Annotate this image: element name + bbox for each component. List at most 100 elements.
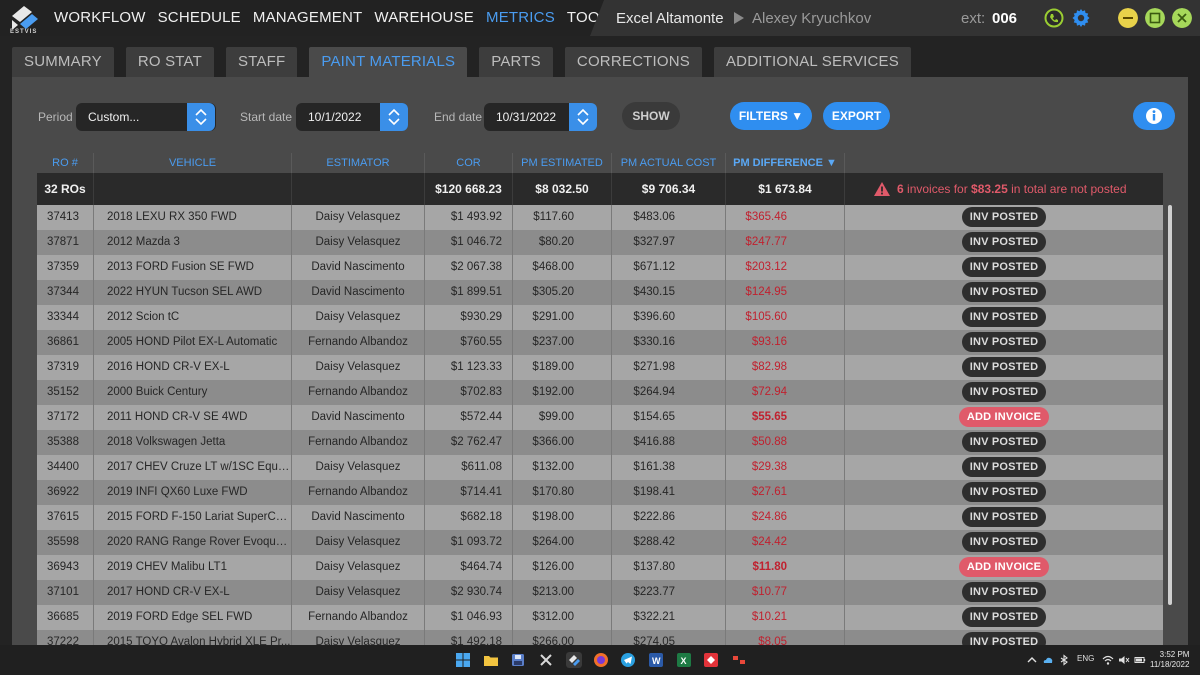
table-row[interactable]: 34400 2017 CHEV Cruze LT w/1SC Equip ... D… [37, 455, 1163, 480]
inv-posted-badge[interactable]: INV POSTED [961, 332, 1047, 352]
cell-pme: $126.00 [513, 555, 612, 580]
cell-diff: $10.77 [726, 580, 845, 605]
cell-vehicle: 2015 FORD F-150 Lariat SuperCre... [94, 505, 292, 530]
phone-status-icon[interactable] [1044, 8, 1064, 28]
table-scrollbar[interactable] [1168, 205, 1172, 605]
table-row[interactable]: 35598 2020 RANG Range Rover Evoque S... Da… [37, 530, 1163, 555]
cell-status: INV POSTED [845, 630, 1163, 645]
inv-posted-badge[interactable]: INV POSTED [961, 232, 1047, 252]
table-row[interactable]: 37413 2018 LEXU RX 350 FWD Daisy Velasquez… [37, 205, 1163, 230]
nav-management[interactable]: MANAGEMENT [253, 9, 363, 26]
column-header-pm-estimated[interactable]: PM ESTIMATED [513, 153, 612, 173]
table-row[interactable]: 36861 2005 HOND Pilot EX-L Automatic Ferna… [37, 330, 1163, 355]
export-button[interactable]: EXPORT [823, 102, 890, 130]
add-invoice-button[interactable]: ADD INVOICE [958, 407, 1050, 427]
user-name[interactable]: Alexey Kryuchkov [752, 10, 871, 27]
cell-estimator: Daisy Velasquez [292, 305, 425, 330]
anydesk-icon[interactable] [703, 652, 719, 668]
inv-posted-badge[interactable]: INV POSTED [961, 207, 1047, 227]
inv-posted-badge[interactable]: INV POSTED [961, 582, 1047, 602]
inv-posted-badge[interactable]: INV POSTED [961, 357, 1047, 377]
estvis-taskbar-icon[interactable] [566, 652, 582, 668]
nav-warehouse[interactable]: WAREHOUSE [374, 9, 474, 26]
nav-metrics[interactable]: METRICS [486, 9, 555, 26]
column-header-cor[interactable]: COR [425, 153, 513, 173]
file-explorer-icon[interactable] [483, 652, 499, 668]
table-row[interactable]: 35388 2018 Volkswagen Jetta Fernando Alban… [37, 430, 1163, 455]
maximize-button[interactable] [1145, 8, 1165, 28]
taskbar-clock[interactable]: 3:52 PM 11/18/2022 [1150, 650, 1189, 670]
nav-workflow[interactable]: WORKFLOW [54, 9, 146, 26]
shop-name[interactable]: Excel Altamonte [616, 10, 724, 27]
save-app-icon[interactable] [510, 652, 526, 668]
cloud-icon[interactable] [1042, 654, 1054, 666]
tab-staff[interactable]: STAFF [226, 47, 298, 77]
minimize-button[interactable] [1118, 8, 1138, 28]
inv-posted-badge[interactable]: INV POSTED [961, 507, 1047, 527]
tray-expand-icon[interactable] [1026, 654, 1038, 666]
cell-cor: $1 093.72 [425, 530, 513, 555]
table-row[interactable]: 35152 2000 Buick Century Fernando Albandoz… [37, 380, 1163, 405]
nav-schedule[interactable]: SCHEDULE [158, 9, 241, 26]
tab-additional-services[interactable]: ADDITIONAL SERVICES [713, 47, 911, 77]
tab-summary[interactable]: SUMMARY [12, 47, 114, 77]
inv-posted-badge[interactable]: INV POSTED [961, 457, 1047, 477]
table-row[interactable]: 37222 2015 TOYO Avalon Hybrid XLE Pr... Da… [37, 630, 1163, 645]
bluetooth-icon[interactable] [1058, 654, 1070, 666]
firefox-icon[interactable] [593, 652, 609, 668]
inv-posted-badge[interactable]: INV POSTED [961, 432, 1047, 452]
table-row[interactable]: 37871 2012 Mazda 3 Daisy Velasquez $1 046.7… [37, 230, 1163, 255]
inv-posted-badge[interactable]: INV POSTED [961, 532, 1047, 552]
tab-parts[interactable]: PARTS [479, 47, 553, 77]
cell-estimator: David Nascimento [292, 280, 425, 305]
close-button[interactable] [1172, 8, 1192, 28]
table-row[interactable]: 36943 2019 CHEV Malibu LT1 Daisy Velasquez… [37, 555, 1163, 580]
table-row[interactable]: 37172 2011 HOND CR-V SE 4WD David Nascimen… [37, 405, 1163, 430]
word-icon[interactable]: W [648, 652, 664, 668]
inv-posted-badge[interactable]: INV POSTED [961, 307, 1047, 327]
cell-ro: 37871 [37, 230, 94, 255]
table-row[interactable]: 37319 2016 HOND CR-V EX-L Daisy Velasquez $… [37, 355, 1163, 380]
add-invoice-button[interactable]: ADD INVOICE [958, 557, 1050, 577]
inv-posted-badge[interactable]: INV POSTED [961, 257, 1047, 277]
inv-posted-badge[interactable]: INV POSTED [961, 282, 1047, 302]
column-header-estimator[interactable]: ESTIMATOR [292, 153, 425, 173]
table-row[interactable]: 37359 2013 FORD Fusion SE FWD David Nascim… [37, 255, 1163, 280]
cell-estimator: Daisy Velasquez [292, 205, 425, 230]
period-spinner[interactable] [187, 103, 215, 131]
column-header-ro[interactable]: RO # [37, 153, 94, 173]
filters-button[interactable]: FILTERS ▼ [730, 102, 812, 130]
cell-cor: $1 492.18 [425, 630, 513, 645]
table-row[interactable]: 37101 2017 HOND CR-V EX-L Daisy Velasquez $… [37, 580, 1163, 605]
gear-icon[interactable] [1071, 8, 1091, 28]
table-row[interactable]: 37615 2015 FORD F-150 Lariat SuperCre... D… [37, 505, 1163, 530]
inv-posted-badge[interactable]: INV POSTED [961, 607, 1047, 627]
table-row[interactable]: 37344 2022 HYUN Tucson SEL AWD David Nasci… [37, 280, 1163, 305]
language-indicator[interactable]: ENG [1077, 654, 1094, 663]
tab-paint-materials[interactable]: PAINT MATERIALS [309, 47, 468, 77]
cell-cor: $2 067.38 [425, 255, 513, 280]
inv-posted-badge[interactable]: INV POSTED [961, 482, 1047, 502]
column-header-pm-actual-cost[interactable]: PM ACTUAL COST [612, 153, 726, 173]
table-row[interactable]: 33344 2012 Scion tC Daisy Velasquez $930.29… [37, 305, 1163, 330]
inv-posted-badge[interactable]: INV POSTED [961, 382, 1047, 402]
tab-corrections[interactable]: CORRECTIONS [564, 47, 702, 77]
column-header-vehicle[interactable]: VEHICLE [94, 153, 292, 173]
column-header-pm-difference[interactable]: PM DIFFERENCE ▼ [726, 153, 845, 173]
tab-ro-stat[interactable]: RO STAT [125, 47, 214, 77]
telegram-icon[interactable] [620, 652, 636, 668]
windows-start-icon[interactable] [455, 652, 471, 668]
show-button[interactable]: SHOW [622, 102, 680, 130]
table-row[interactable]: 36922 2019 INFI QX60 Luxe FWD Fernando Alb… [37, 480, 1163, 505]
info-button[interactable] [1133, 102, 1175, 130]
end-date-spinner[interactable] [569, 103, 597, 131]
wifi-icon[interactable] [1102, 654, 1114, 666]
http-tool-icon[interactable] [731, 652, 747, 668]
volume-icon[interactable] [1118, 654, 1130, 666]
excel-icon[interactable]: X [676, 652, 692, 668]
battery-icon[interactable] [1134, 654, 1146, 666]
table-row[interactable]: 36685 2019 FORD Edge SEL FWD Fernando Alba… [37, 605, 1163, 630]
snipping-tool-icon[interactable] [538, 652, 554, 668]
inv-posted-badge[interactable]: INV POSTED [961, 632, 1047, 645]
start-date-spinner[interactable] [380, 103, 408, 131]
